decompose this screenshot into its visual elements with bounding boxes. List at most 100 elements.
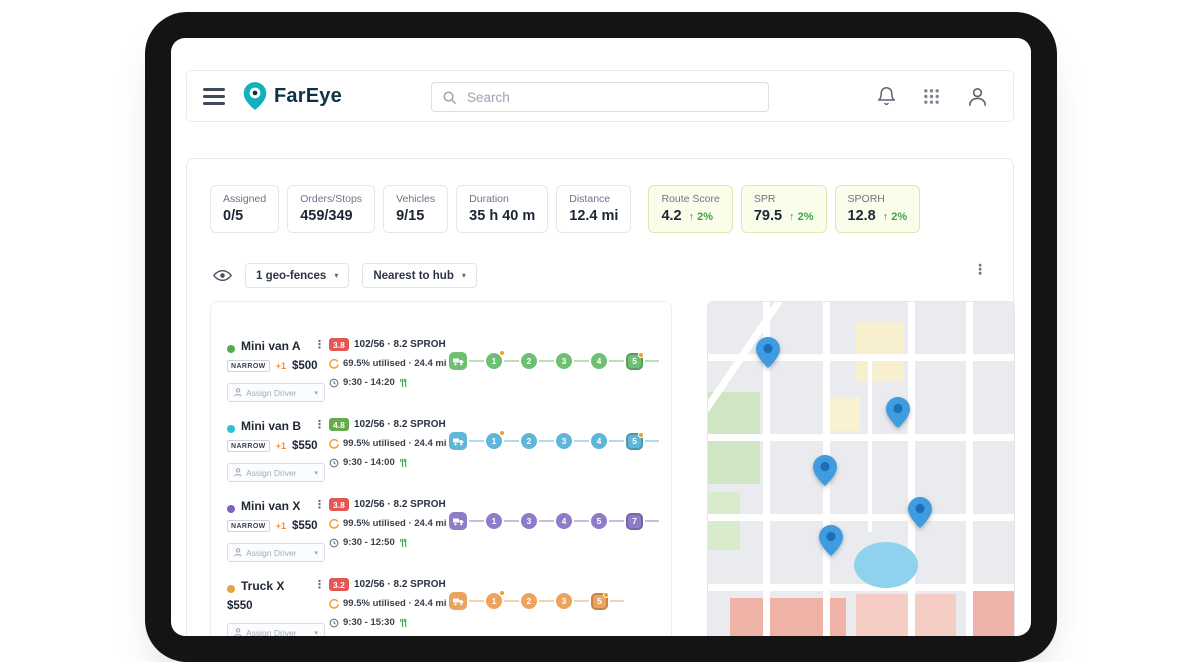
chevron-down-icon: ▾	[314, 549, 318, 557]
vehicle-row: Mini van A ⋮ NARROW +1 $500 Assign Drive…	[211, 336, 671, 416]
route-timeline[interactable]: 12 3 4 5	[449, 430, 659, 450]
stat-value: 0/5	[223, 208, 244, 224]
vehicle-kebab-icon[interactable]: ⋮	[314, 578, 325, 591]
route-start-truck-icon[interactable]	[449, 512, 467, 530]
stat-label: Orders/Stops	[300, 193, 363, 205]
filter-row: 1 geo-fences ▾ Nearest to hub ▾	[213, 263, 477, 288]
route-start-truck-icon[interactable]	[449, 592, 467, 610]
apps-grid-icon[interactable]	[923, 88, 940, 105]
assign-driver-dropdown[interactable]: Assign Driver ▾	[227, 543, 325, 562]
stat-card-distance: Distance 12.4 mi	[556, 185, 632, 233]
route-stop-node[interactable]: 1	[486, 430, 505, 449]
stop-alert-dot	[499, 350, 505, 356]
route-timeline[interactable]: 12 3 5	[449, 590, 624, 610]
vehicle-tag: NARROW	[227, 520, 270, 532]
chevron-down-icon: ▾	[314, 469, 318, 477]
stat-card-sporh: SPORH 12.8 ↑ 2%	[834, 185, 921, 233]
vehicle-name: Mini van A	[241, 339, 301, 353]
time-text: 9:30 - 14:00	[343, 457, 395, 468]
stat-label: Vehicles	[396, 193, 436, 205]
brand-logo[interactable]: FarEye	[242, 81, 342, 111]
stat-delta: ↑ 2%	[789, 211, 814, 223]
route-stop-node[interactable]: 4	[591, 433, 607, 449]
route-stop-node[interactable]: 3	[556, 433, 572, 449]
vehicle-name: Mini van X	[241, 499, 301, 513]
vehicle-tag-extra[interactable]: +1	[276, 361, 286, 371]
notifications-bell-icon[interactable]	[876, 86, 897, 107]
profile-icon[interactable]	[966, 85, 989, 108]
assign-driver-dropdown[interactable]: Assign Driver ▾	[227, 383, 325, 402]
stats-row: Assigned 0/5 Orders/Stops 459/349 Vehicl…	[210, 185, 921, 233]
route-timeline[interactable]: 1 3 4 5 7	[449, 512, 659, 530]
vehicle-tag-extra[interactable]: +1	[276, 441, 286, 451]
route-start-truck-icon[interactable]	[449, 432, 467, 450]
vehicle-tag: NARROW	[227, 360, 270, 372]
route-start-truck-icon[interactable]	[449, 352, 467, 370]
vehicle-tag-extra[interactable]: +1	[276, 521, 286, 531]
map-panel[interactable]	[707, 301, 1015, 636]
route-stop-node[interactable]: 5	[591, 591, 609, 610]
stat-label: Route Score	[661, 193, 720, 205]
vehicle-tags: NARROW +1 $550	[227, 520, 318, 532]
rating-badge: 3.2	[329, 578, 349, 591]
vehicle-row: Truck X ⋮ $550 Assign Driver ▾ 3.2 102/5…	[211, 576, 671, 636]
driver-icon	[234, 468, 242, 477]
route-stop-node[interactable]: 4	[556, 513, 572, 529]
assign-driver-label: Assign Driver	[246, 547, 297, 558]
fareye-pin-icon	[243, 82, 267, 110]
panel-kebab-icon[interactable]: ⋮	[973, 261, 987, 278]
visibility-eye-icon[interactable]	[213, 269, 232, 282]
route-stop-node[interactable]: 1	[486, 350, 505, 369]
route-stop-node[interactable]: 4	[591, 353, 607, 369]
stat-value: 12.4 mi	[569, 208, 619, 224]
vehicle-kebab-icon[interactable]: ⋮	[314, 418, 325, 431]
search-input[interactable]	[465, 88, 758, 106]
sort-filter-dropdown[interactable]: Nearest to hub ▾	[362, 263, 477, 288]
search-box[interactable]	[431, 82, 769, 112]
stat-card-assigned: Assigned 0/5	[210, 185, 280, 233]
stop-alert-dot	[638, 431, 644, 438]
time-text: 9:30 - 14:20	[343, 377, 395, 388]
utilisation-icon	[329, 598, 339, 609]
vehicle-status-dot	[227, 505, 235, 513]
route-stop-node[interactable]: 5	[591, 513, 607, 529]
stat-card-vehicles: Vehicles 9/15	[383, 185, 449, 233]
assign-driver-dropdown[interactable]: Assign Driver ▾	[227, 463, 325, 482]
meal-break-icon	[399, 618, 407, 627]
map-pin[interactable]	[756, 337, 780, 368]
vehicle-status-dot	[227, 585, 235, 593]
stat-card-route-score: Route Score 4.2 ↑ 2%	[648, 185, 733, 233]
vehicle-kebab-icon[interactable]: ⋮	[314, 338, 325, 351]
geofence-filter-dropdown[interactable]: 1 geo-fences ▾	[245, 263, 350, 288]
route-timeline[interactable]: 12 3 4 5	[449, 350, 659, 370]
navbar-actions	[876, 85, 989, 108]
map-pin[interactable]	[813, 455, 837, 486]
route-stop-node[interactable]: 2	[521, 433, 537, 449]
route-stop-node[interactable]: 1	[486, 513, 502, 529]
route-stop-node[interactable]: 7	[626, 512, 643, 530]
route-stop-node[interactable]: 5	[626, 351, 644, 370]
driver-icon	[234, 388, 242, 397]
vehicle-kebab-icon[interactable]: ⋮	[314, 498, 325, 511]
stat-value: 4.2	[661, 208, 682, 224]
route-stop-node[interactable]: 3	[556, 593, 572, 609]
vehicle-utilisation-line: 69.5% utilised · 24.4 mi	[329, 358, 447, 369]
route-stop-node[interactable]: 2	[521, 353, 537, 369]
brand-name: FarEye	[274, 84, 342, 107]
stat-label: Assigned	[223, 193, 267, 205]
route-stop-node[interactable]: 3	[556, 353, 572, 369]
search-icon	[443, 91, 457, 104]
hamburger-menu-icon[interactable]	[203, 87, 225, 105]
route-stop-node[interactable]: 1	[486, 590, 505, 609]
map-pin[interactable]	[819, 525, 843, 556]
utilisation-text: 69.5% utilised · 24.4 mi	[343, 358, 447, 369]
chevron-down-icon: ▾	[461, 271, 466, 280]
route-stop-node[interactable]: 3	[521, 513, 537, 529]
route-stop-node[interactable]: 5	[626, 431, 644, 450]
route-stop-node[interactable]: 2	[521, 593, 537, 609]
rating-badge: 3.8	[329, 338, 349, 351]
map-pin[interactable]	[886, 397, 910, 428]
stat-card-duration: Duration 35 h 40 m	[456, 185, 549, 233]
clock-icon	[329, 458, 339, 467]
map-pin[interactable]	[908, 497, 932, 528]
